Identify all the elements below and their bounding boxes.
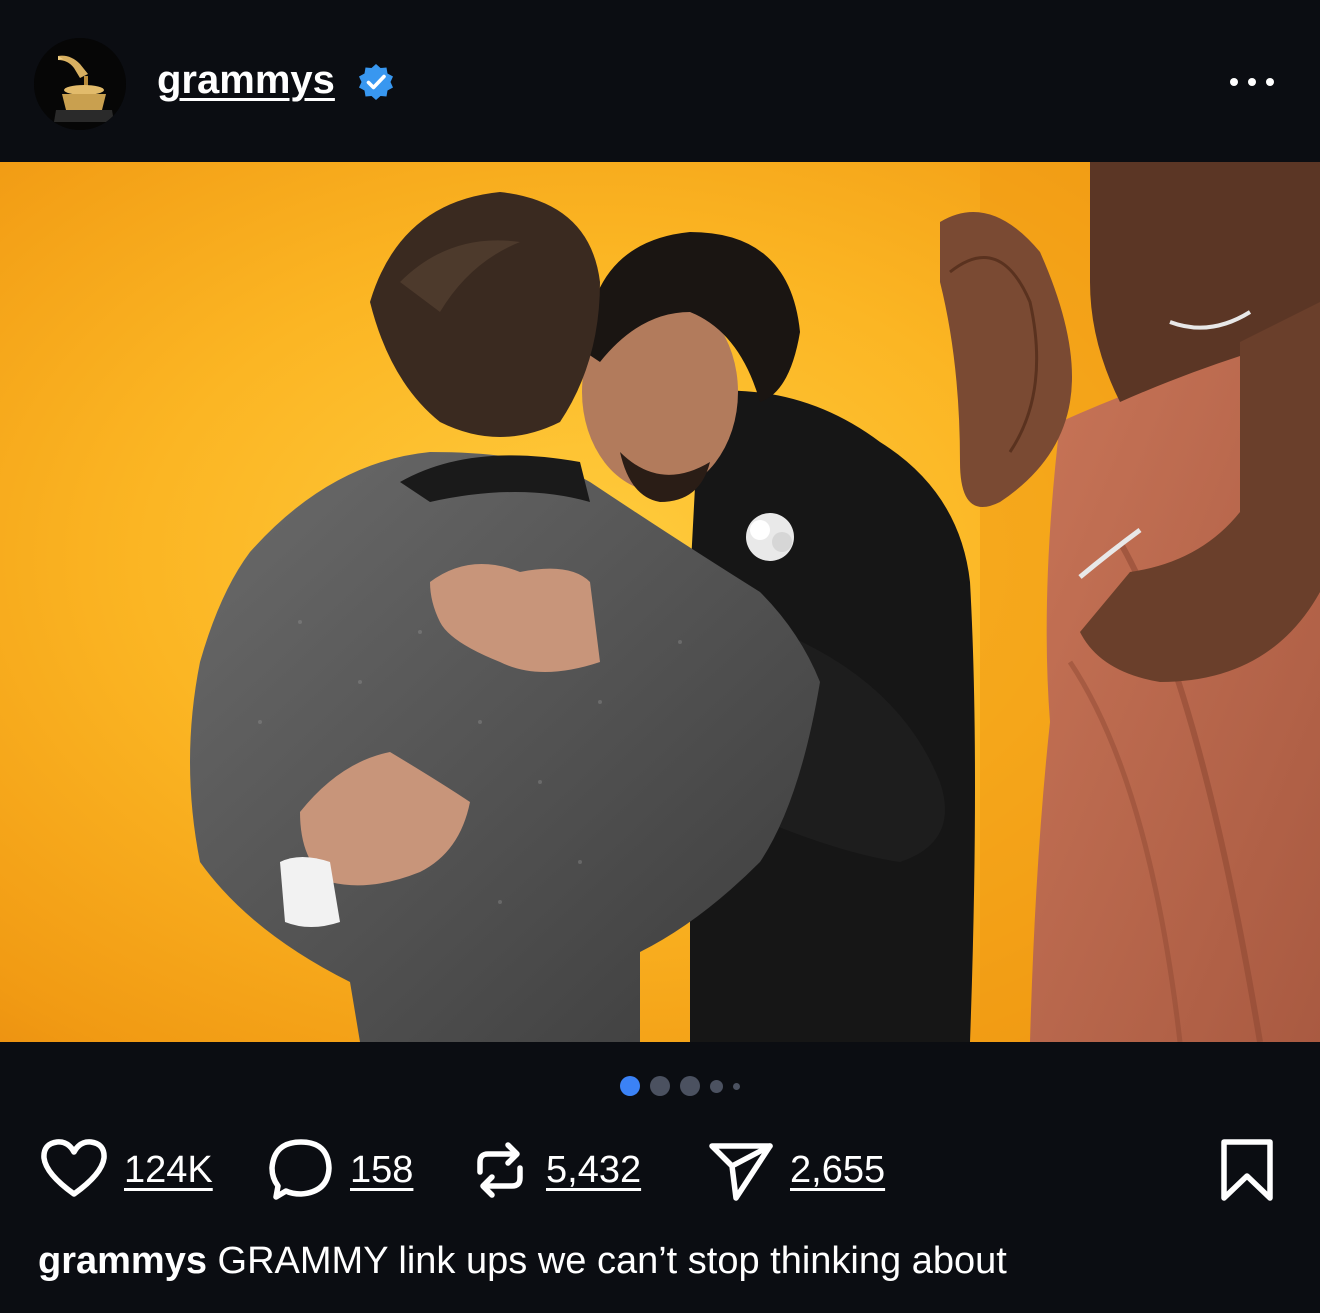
verified-badge-icon bbox=[359, 64, 393, 100]
comment-icon bbox=[269, 1139, 332, 1200]
like-count: 124K bbox=[124, 1148, 213, 1191]
repost-icon bbox=[477, 1142, 523, 1198]
action-bar: 124K 158 5,432 2,655 bbox=[0, 1130, 1320, 1210]
heart-icon bbox=[41, 1139, 107, 1197]
avatar[interactable] bbox=[34, 38, 126, 130]
gramophone-trophy-icon bbox=[34, 38, 126, 130]
repost-count: 5,432 bbox=[546, 1148, 642, 1191]
post-header: grammys bbox=[0, 0, 1320, 162]
more-options-icon[interactable] bbox=[1222, 64, 1282, 100]
carousel-indicator bbox=[620, 1076, 740, 1096]
comment-count: 158 bbox=[350, 1148, 414, 1191]
share-button[interactable]: 2,655 bbox=[706, 1130, 885, 1210]
carousel-dot[interactable] bbox=[733, 1082, 740, 1090]
photo-illustration bbox=[190, 162, 1320, 1042]
save-button[interactable] bbox=[1214, 1130, 1280, 1210]
carousel-dot-active[interactable] bbox=[620, 1076, 640, 1096]
comment-button[interactable]: 158 bbox=[266, 1130, 413, 1210]
send-icon bbox=[709, 1143, 773, 1201]
like-button[interactable]: 124K bbox=[38, 1130, 213, 1210]
bookmark-icon bbox=[1221, 1139, 1273, 1201]
carousel-dot[interactable] bbox=[650, 1076, 670, 1096]
username-link[interactable]: grammys bbox=[157, 58, 335, 103]
caption-username[interactable]: grammys bbox=[38, 1240, 207, 1282]
carousel-dot[interactable] bbox=[680, 1076, 700, 1096]
caption-text: GRAMMY link ups we can’t stop thinking a… bbox=[217, 1240, 1007, 1282]
post-caption: grammys GRAMMY link ups we can’t stop th… bbox=[38, 1240, 1007, 1283]
post-photo[interactable] bbox=[0, 162, 1320, 1042]
repost-button[interactable]: 5,432 bbox=[468, 1130, 641, 1210]
carousel-dot[interactable] bbox=[710, 1079, 723, 1093]
share-count: 2,655 bbox=[790, 1148, 886, 1191]
